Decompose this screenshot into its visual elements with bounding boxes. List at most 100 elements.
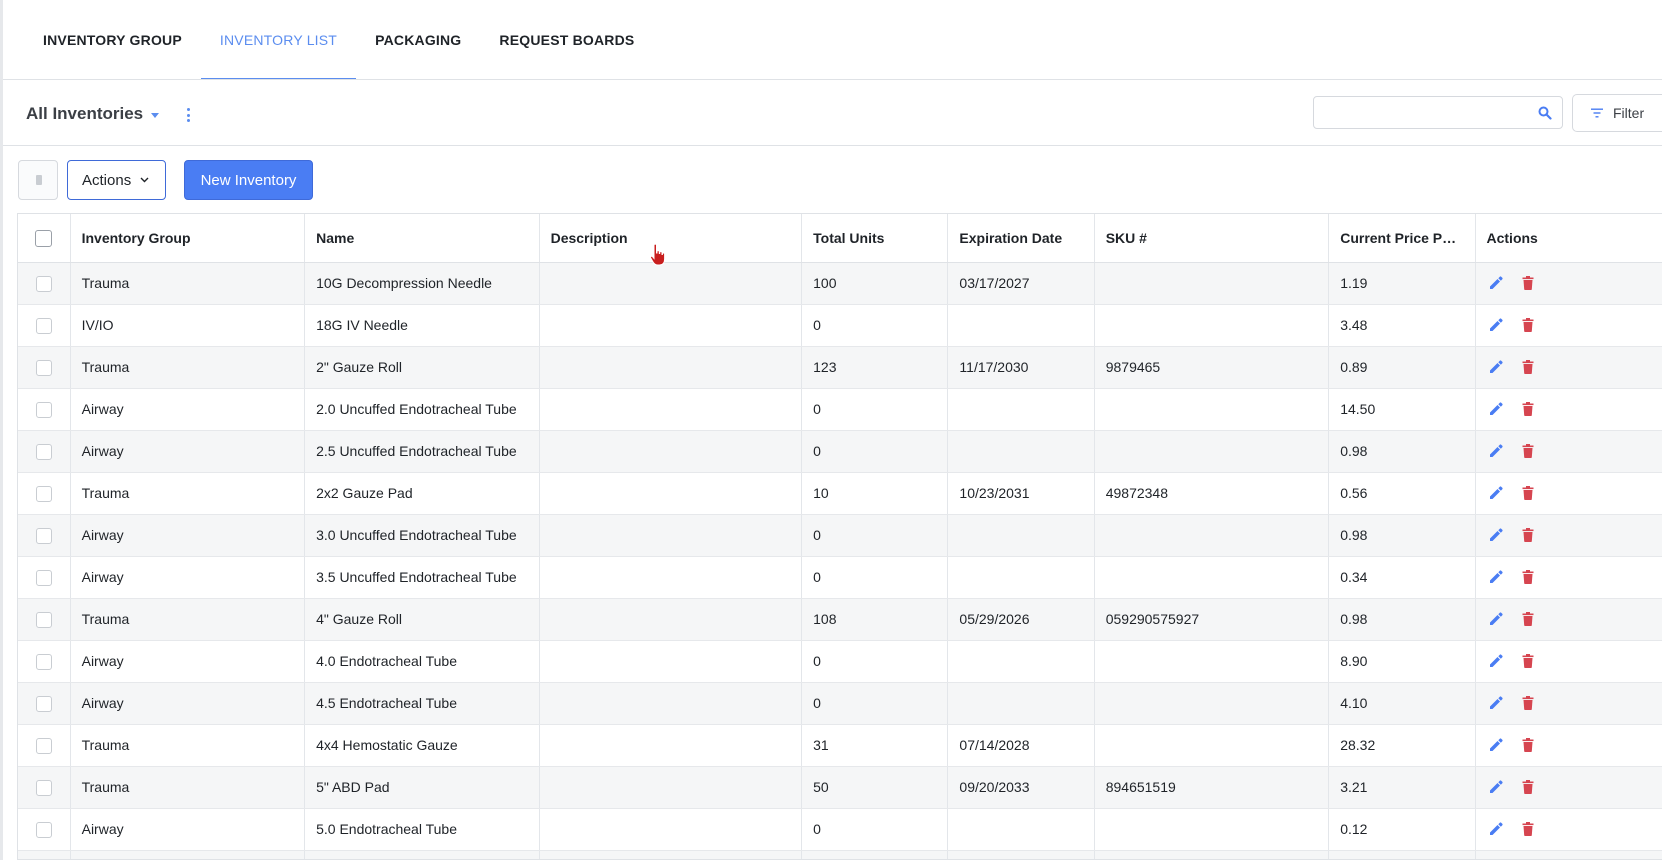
cell-total-units: 100 xyxy=(801,262,949,305)
tab-inventory-list[interactable]: INVENTORY LIST xyxy=(200,0,357,80)
search-input[interactable] xyxy=(1314,97,1524,128)
trash-icon[interactable] xyxy=(1519,736,1537,754)
trash-icon[interactable] xyxy=(1519,778,1537,796)
row-actions-cell xyxy=(1474,262,1662,305)
row-checkbox[interactable] xyxy=(35,443,52,460)
cell-total-units xyxy=(801,850,949,859)
row-checkbox[interactable] xyxy=(35,779,52,796)
pencil-icon[interactable] xyxy=(1487,526,1505,544)
column-header-expiration-date[interactable]: Expiration Date xyxy=(947,214,1095,263)
pencil-icon[interactable] xyxy=(1487,442,1505,460)
trash-icon[interactable] xyxy=(1519,568,1537,586)
row-checkbox[interactable] xyxy=(35,317,52,334)
pencil-icon[interactable] xyxy=(1487,610,1505,628)
row-checkbox[interactable] xyxy=(35,401,52,418)
row-checkbox[interactable] xyxy=(35,821,52,838)
pencil-icon[interactable] xyxy=(1487,400,1505,418)
cell-total-units: 0 xyxy=(801,808,949,851)
pencil-icon[interactable] xyxy=(1487,358,1505,376)
select-all-checkbox[interactable] xyxy=(35,229,53,247)
cell-current-price: 0.89 xyxy=(1328,346,1476,389)
trash-icon[interactable] xyxy=(1519,526,1537,544)
cell-name: 4.5 Endotracheal Tube xyxy=(304,682,540,725)
trash-icon[interactable] xyxy=(1519,274,1537,292)
tab-inventory-group[interactable]: INVENTORY GROUP xyxy=(24,0,201,80)
cell-sku xyxy=(1094,724,1330,767)
search-icon[interactable] xyxy=(1538,106,1552,120)
trash-icon[interactable] xyxy=(1519,316,1537,334)
table-row[interactable]: Trauma 2x2 Gauze Pad 10 10/23/2031 49872348 0… xyxy=(18,472,1662,515)
cell-inventory-group xyxy=(70,850,306,859)
table-row[interactable]: Airway 2.5 Uncuffed Endotracheal Tube 0 0.9… xyxy=(18,430,1662,473)
cell-inventory-group: Airway xyxy=(70,388,306,431)
table-row[interactable]: Airway 3.5 Uncuffed Endotracheal Tube 0 0.3… xyxy=(18,556,1662,599)
row-checkbox[interactable] xyxy=(35,695,52,712)
pencil-icon[interactable] xyxy=(1487,316,1505,334)
filter-button[interactable]: Filter xyxy=(1572,94,1662,132)
trash-icon[interactable] xyxy=(1519,442,1537,460)
column-header-total-units[interactable]: Total Units xyxy=(801,214,949,263)
row-checkbox[interactable] xyxy=(35,527,52,544)
row-checkbox[interactable] xyxy=(35,569,52,586)
cell-description xyxy=(539,724,803,767)
pencil-icon[interactable] xyxy=(1487,778,1505,796)
table-row[interactable]: Airway 4.5 Endotracheal Tube 0 4.10 xyxy=(18,682,1662,725)
trash-icon[interactable] xyxy=(1519,484,1537,502)
cell-name: 2" Gauze Roll xyxy=(304,346,540,389)
table-row[interactable] xyxy=(18,850,1662,859)
row-actions-cell xyxy=(1474,640,1662,683)
table-row[interactable]: Trauma 4" Gauze Roll 108 05/29/2026 05929057… xyxy=(18,598,1662,641)
column-header-actions: Actions xyxy=(1474,214,1662,263)
pencil-icon[interactable] xyxy=(1487,736,1505,754)
table-row[interactable]: Trauma 5" ABD Pad 50 09/20/2033 894651519 3.2… xyxy=(18,766,1662,809)
new-inventory-button[interactable]: New Inventory xyxy=(184,160,313,200)
tab-request-boards[interactable]: REQUEST BOARDS xyxy=(480,0,653,80)
row-checkbox[interactable] xyxy=(35,275,52,292)
table-row[interactable]: Trauma 4x4 Hemostatic Gauze 31 07/14/2028 28… xyxy=(18,724,1662,767)
pencil-icon[interactable] xyxy=(1487,652,1505,670)
row-checkbox[interactable] xyxy=(35,737,52,754)
trash-icon[interactable] xyxy=(1519,652,1537,670)
table-row[interactable]: Airway 2.0 Uncuffed Endotracheal Tube 0 14.… xyxy=(18,388,1662,431)
cell-expiration-date xyxy=(947,304,1095,347)
row-checkbox[interactable] xyxy=(35,611,52,628)
table-row[interactable]: Airway 4.0 Endotracheal Tube 0 8.90 xyxy=(18,640,1662,683)
inventory-selector-label: All Inventories xyxy=(26,104,144,123)
cell-expiration-date xyxy=(947,430,1095,473)
cell-name: 18G IV Needle xyxy=(304,304,540,347)
column-header-current-price[interactable]: Current Price Per ... xyxy=(1328,214,1476,263)
filter-label: Filter xyxy=(1613,105,1645,121)
table-row[interactable]: Trauma 2" Gauze Roll 123 11/17/2030 9879465 0… xyxy=(18,346,1662,389)
trash-icon[interactable] xyxy=(1519,400,1537,418)
row-checkbox[interactable] xyxy=(35,485,52,502)
pencil-icon[interactable] xyxy=(1487,820,1505,838)
pencil-icon[interactable] xyxy=(1487,274,1505,292)
pencil-icon[interactable] xyxy=(1487,484,1505,502)
row-checkbox[interactable] xyxy=(35,359,52,376)
table-row[interactable]: IV/IO 18G IV Needle 0 3.48 xyxy=(18,304,1662,347)
trash-icon[interactable] xyxy=(1519,610,1537,628)
column-header-description[interactable]: Description xyxy=(539,214,803,263)
table-row[interactable]: Airway 5.0 Endotracheal Tube 0 0.12 xyxy=(18,808,1662,851)
more-options-icon[interactable] xyxy=(183,107,193,123)
column-header-sku[interactable]: SKU # xyxy=(1094,214,1330,263)
bulk-select-button[interactable] xyxy=(18,160,58,200)
row-select-cell xyxy=(18,556,71,599)
inventory-selector[interactable]: All Inventories xyxy=(26,104,160,124)
column-header-name[interactable]: Name xyxy=(304,214,540,263)
table-row[interactable]: Trauma 10G Decompression Needle 100 03/17/2… xyxy=(18,262,1662,305)
tab-packaging[interactable]: PACKAGING xyxy=(356,0,480,80)
row-checkbox[interactable] xyxy=(35,653,52,670)
pencil-icon[interactable] xyxy=(1487,568,1505,586)
trash-icon[interactable] xyxy=(1519,820,1537,838)
table-row[interactable]: Airway 3.0 Uncuffed Endotracheal Tube 0 0.9… xyxy=(18,514,1662,557)
column-header-inventory-group[interactable]: Inventory Group xyxy=(70,214,306,263)
cell-description xyxy=(539,850,803,859)
trash-icon[interactable] xyxy=(1519,358,1537,376)
cell-inventory-group: Airway xyxy=(70,556,306,599)
pencil-icon[interactable] xyxy=(1487,694,1505,712)
row-select-cell xyxy=(18,388,71,431)
actions-dropdown-button[interactable]: Actions xyxy=(67,160,166,200)
trash-icon[interactable] xyxy=(1519,694,1537,712)
cell-name: 2.0 Uncuffed Endotracheal Tube xyxy=(304,388,540,431)
